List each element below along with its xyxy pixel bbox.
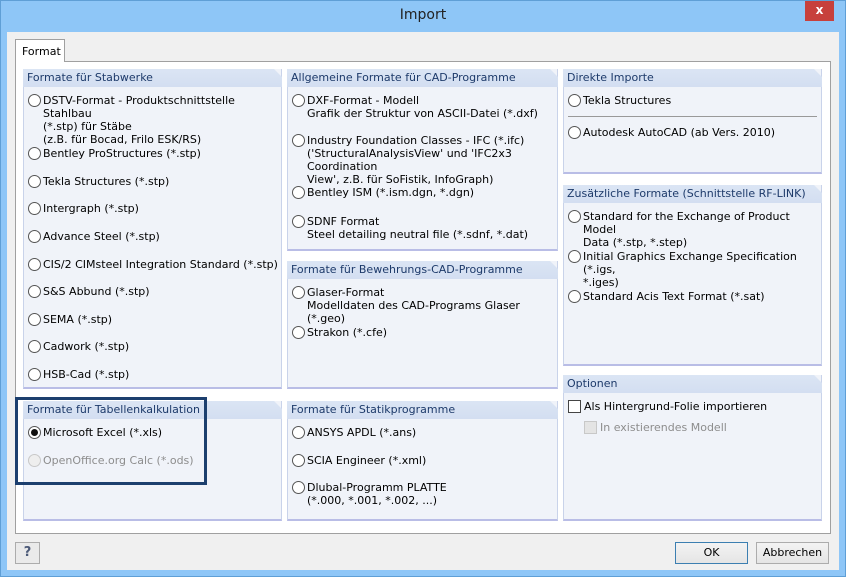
radio-button[interactable] — [28, 147, 41, 160]
group-header: Optionen — [563, 375, 822, 393]
radio-button[interactable] — [568, 210, 581, 223]
group-cad-programme: Allgemeine Formate für CAD-Programme DXF… — [287, 69, 558, 251]
radio-option[interactable]: Microsoft Excel (*.xls) — [28, 426, 162, 439]
group-header: Formate für Statikprogramme — [287, 401, 558, 419]
radio-option[interactable]: Initial Graphics Exchange Specification … — [568, 250, 821, 289]
radio-option[interactable]: SCIA Engineer (*.xml) — [292, 454, 426, 467]
radio-option[interactable]: Advance Steel (*.stp) — [28, 230, 160, 243]
radio-option[interactable]: Tekla Structures (*.stp) — [28, 175, 169, 188]
radio-option[interactable]: ANSYS APDL (*.ans) — [292, 426, 416, 439]
import-dialog: Import x Format Formate für Stabwerke DS… — [0, 0, 846, 577]
radio-button[interactable] — [28, 340, 41, 353]
checkbox-hintergrund-folie[interactable] — [568, 400, 581, 413]
radio-button[interactable] — [568, 126, 581, 139]
radio-option[interactable]: HSB-Cad (*.stp) — [28, 368, 129, 381]
title-bar: Import x — [1, 1, 845, 32]
ok-button[interactable]: OK — [675, 542, 748, 564]
radio-option-disabled: OpenOffice.org Calc (*.ods) — [28, 454, 194, 467]
tab-format[interactable]: Format — [15, 39, 65, 62]
radio-option[interactable]: SEMA (*.stp) — [28, 313, 112, 326]
radio-option[interactable]: Dlubal-Programm PLATTE (*.000, *.001, *.… — [292, 481, 447, 507]
radio-option[interactable]: Autodesk AutoCAD (ab Vers. 2010) — [568, 126, 775, 139]
help-icon: ? — [23, 545, 32, 560]
group-direkte-importe: Direkte Importe Tekla Structures Autodes… — [563, 69, 822, 174]
dialog-client: Format Formate für Stabwerke DSTV-Format… — [7, 32, 839, 570]
radio-button-disabled — [28, 454, 41, 467]
radio-button[interactable] — [568, 94, 581, 107]
radio-option[interactable]: Standard for the Exchange of Product Mod… — [568, 210, 821, 249]
radio-option[interactable]: DXF-Format - Modell Grafik der Struktur … — [292, 94, 538, 120]
help-button[interactable]: ? — [15, 542, 40, 564]
radio-option[interactable]: Glaser-Format Modelldaten des CAD-Progra… — [292, 286, 557, 325]
radio-option[interactable]: Strakon (*.cfe) — [292, 326, 387, 339]
cancel-button[interactable]: Abbrechen — [756, 542, 829, 564]
group-header: Zusätzliche Formate (Schnittstelle RF-LI… — [563, 185, 822, 203]
group-header: Formate für Tabellenkalkulation — [23, 401, 282, 419]
checkbox-option-disabled: In existierendes Modell — [584, 421, 727, 434]
radio-button[interactable] — [292, 215, 305, 228]
group-tabellenkalkulation: Formate für Tabellenkalkulation Microsof… — [23, 401, 282, 521]
group-header: Formate für Stabwerke — [23, 69, 282, 87]
window-title: Import — [399, 7, 447, 23]
radio-option[interactable]: SDNF Format Steel detailing neutral file… — [292, 215, 528, 241]
radio-button[interactable] — [568, 250, 581, 263]
radio-button[interactable] — [28, 175, 41, 188]
radio-option[interactable]: S&S Abbund (*.stp) — [28, 285, 150, 298]
close-icon: x — [815, 3, 824, 17]
radio-button[interactable] — [292, 454, 305, 467]
group-rf-link: Zusätzliche Formate (Schnittstelle RF-LI… — [563, 185, 822, 366]
group-optionen: Optionen Als Hintergrund-Folie importier… — [563, 375, 822, 521]
radio-option[interactable]: Industry Foundation Classes - IFC (*.ifc… — [292, 134, 557, 186]
radio-button[interactable] — [292, 94, 305, 107]
group-statikprogramme: Formate für Statikprogramme ANSYS APDL (… — [287, 401, 558, 521]
radio-button[interactable] — [28, 94, 41, 107]
radio-button[interactable] — [292, 286, 305, 299]
group-stabwerke: Formate für Stabwerke DSTV-Format - Prod… — [23, 69, 282, 389]
radio-button[interactable] — [292, 426, 305, 439]
radio-button[interactable] — [292, 481, 305, 494]
radio-button-checked[interactable] — [28, 426, 41, 439]
radio-button[interactable] — [28, 285, 41, 298]
checkbox-existierendes-modell — [584, 421, 597, 434]
radio-button[interactable] — [28, 368, 41, 381]
radio-button[interactable] — [28, 230, 41, 243]
separator — [568, 116, 817, 117]
radio-option[interactable]: Tekla Structures — [568, 94, 671, 107]
radio-option[interactable]: Cadwork (*.stp) — [28, 340, 129, 353]
close-button[interactable]: x — [805, 1, 834, 21]
radio-button[interactable] — [28, 202, 41, 215]
checkbox-option[interactable]: Als Hintergrund-Folie importieren — [568, 400, 767, 413]
radio-button[interactable] — [568, 290, 581, 303]
group-header: Allgemeine Formate für CAD-Programme — [287, 69, 558, 87]
radio-button[interactable] — [292, 326, 305, 339]
group-header: Direkte Importe — [563, 69, 822, 87]
radio-option[interactable]: Standard Acis Text Format (*.sat) — [568, 290, 765, 303]
radio-option[interactable]: Bentley ProStructures (*.stp) — [28, 147, 201, 160]
group-bewehrungs-cad: Formate für Bewehrungs-CAD-Programme Gla… — [287, 261, 558, 389]
radio-option[interactable]: DSTV-Format - Produktschnittstelle Stahl… — [28, 94, 281, 146]
radio-button[interactable] — [28, 313, 41, 326]
group-header: Formate für Bewehrungs-CAD-Programme — [287, 261, 558, 279]
radio-button[interactable] — [292, 186, 305, 199]
radio-button[interactable] — [292, 134, 305, 147]
radio-option[interactable]: CIS/2 CIMsteel Integration Standard (*.s… — [28, 258, 278, 271]
radio-option[interactable]: Bentley ISM (*.ism.dgn, *.dgn) — [292, 186, 474, 199]
radio-option[interactable]: Intergraph (*.stp) — [28, 202, 139, 215]
radio-button[interactable] — [28, 258, 41, 271]
